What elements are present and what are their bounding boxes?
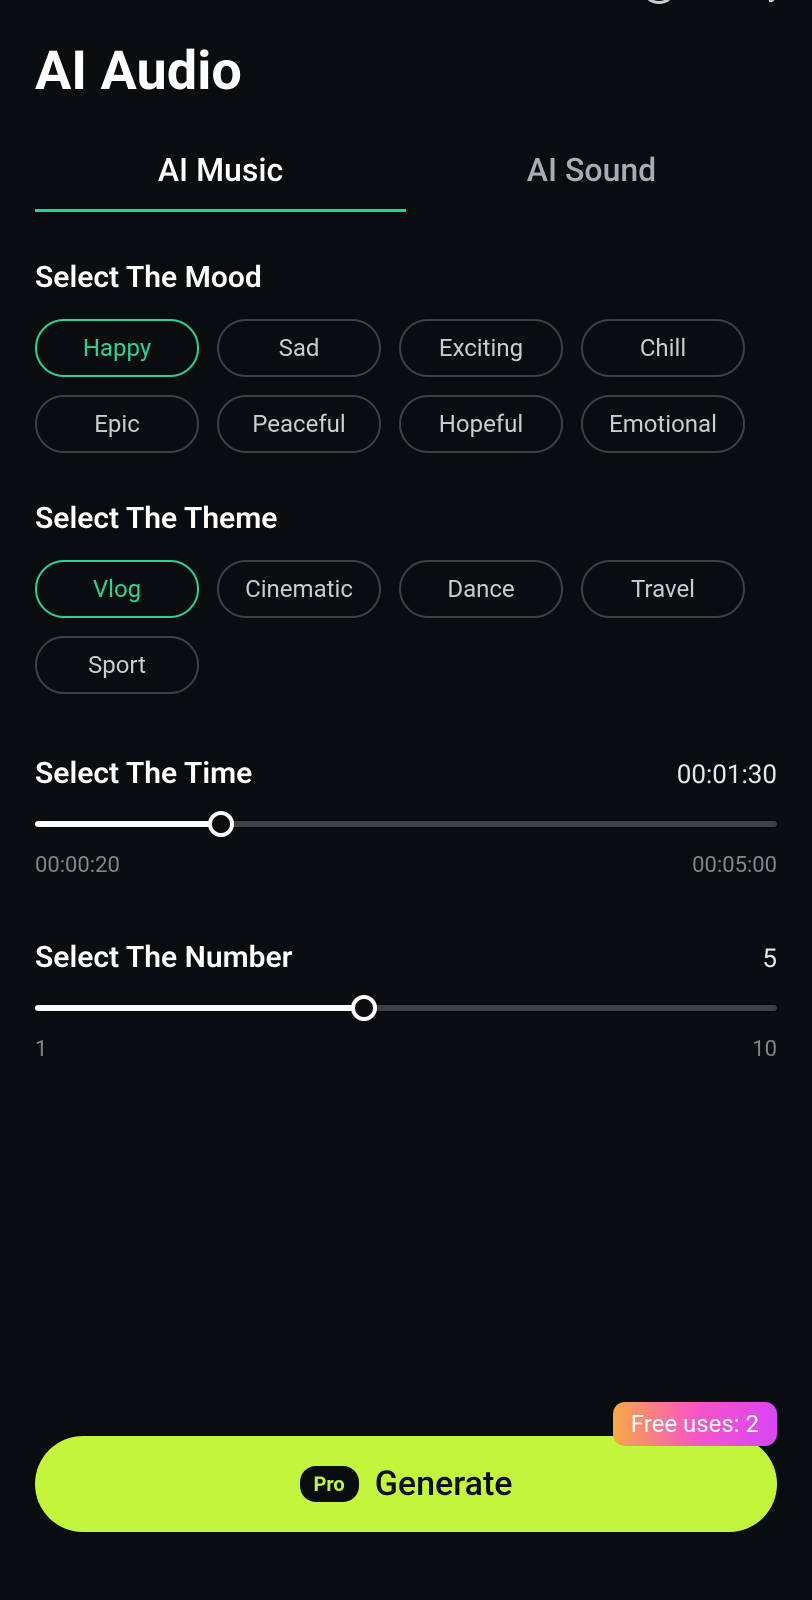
- mood-title: Select The Mood: [35, 260, 777, 295]
- page-title: AI Audio: [0, 0, 812, 133]
- mood-chip-exciting[interactable]: Exciting: [399, 319, 563, 377]
- time-slider[interactable]: [35, 811, 777, 837]
- clock-icon: [641, 0, 677, 4]
- time-value: 00:01:30: [677, 760, 777, 790]
- history-label: History: [687, 0, 782, 4]
- tab-ai-music[interactable]: AI Music: [35, 133, 406, 212]
- theme-chip-sport[interactable]: Sport: [35, 636, 199, 694]
- time-min-label: 00:00:20: [35, 853, 120, 878]
- number-title: Select The Number: [35, 940, 292, 975]
- history-button[interactable]: History: [641, 0, 782, 4]
- number-max-label: 10: [752, 1037, 777, 1062]
- free-uses-badge: Free uses: 2: [613, 1402, 777, 1446]
- mood-chip-row: Happy Sad Exciting Chill Epic Peaceful Hopeful…: [35, 319, 777, 453]
- number-slider[interactable]: [35, 995, 777, 1021]
- mood-chip-emotional[interactable]: Emotional: [581, 395, 745, 453]
- theme-chip-dance[interactable]: Dance: [399, 560, 563, 618]
- theme-chip-travel[interactable]: Travel: [581, 560, 745, 618]
- pro-badge: Pro: [300, 1466, 359, 1502]
- theme-section: Select The Theme Vlog Cinematic Dance Trave…: [0, 501, 812, 694]
- generate-button[interactable]: Pro Generate: [35, 1436, 777, 1532]
- mood-chip-epic[interactable]: Epic: [35, 395, 199, 453]
- mood-chip-chill[interactable]: Chill: [581, 319, 745, 377]
- number-min-label: 1: [35, 1037, 47, 1062]
- theme-chip-cinematic[interactable]: Cinematic: [217, 560, 381, 618]
- tab-ai-sound[interactable]: AI Sound: [406, 133, 777, 212]
- tabs: AI Music AI Sound: [0, 133, 812, 212]
- generate-label: Generate: [375, 1464, 513, 1504]
- theme-title: Select The Theme: [35, 501, 777, 536]
- mood-section: Select The Mood Happy Sad Exciting Chill Epi…: [0, 260, 812, 453]
- mood-chip-hopeful[interactable]: Hopeful: [399, 395, 563, 453]
- mood-chip-sad[interactable]: Sad: [217, 319, 381, 377]
- time-title: Select The Time: [35, 756, 252, 791]
- time-section: Select The Time 00:01:30 00:00:20 00:05:…: [0, 756, 812, 878]
- theme-chip-row: Vlog Cinematic Dance Travel Sport: [35, 560, 777, 694]
- number-section: Select The Number 5 1 10: [0, 940, 812, 1062]
- theme-chip-vlog[interactable]: Vlog: [35, 560, 199, 618]
- time-max-label: 00:05:00: [692, 853, 777, 878]
- mood-chip-peaceful[interactable]: Peaceful: [217, 395, 381, 453]
- mood-chip-happy[interactable]: Happy: [35, 319, 199, 377]
- number-value: 5: [762, 944, 777, 974]
